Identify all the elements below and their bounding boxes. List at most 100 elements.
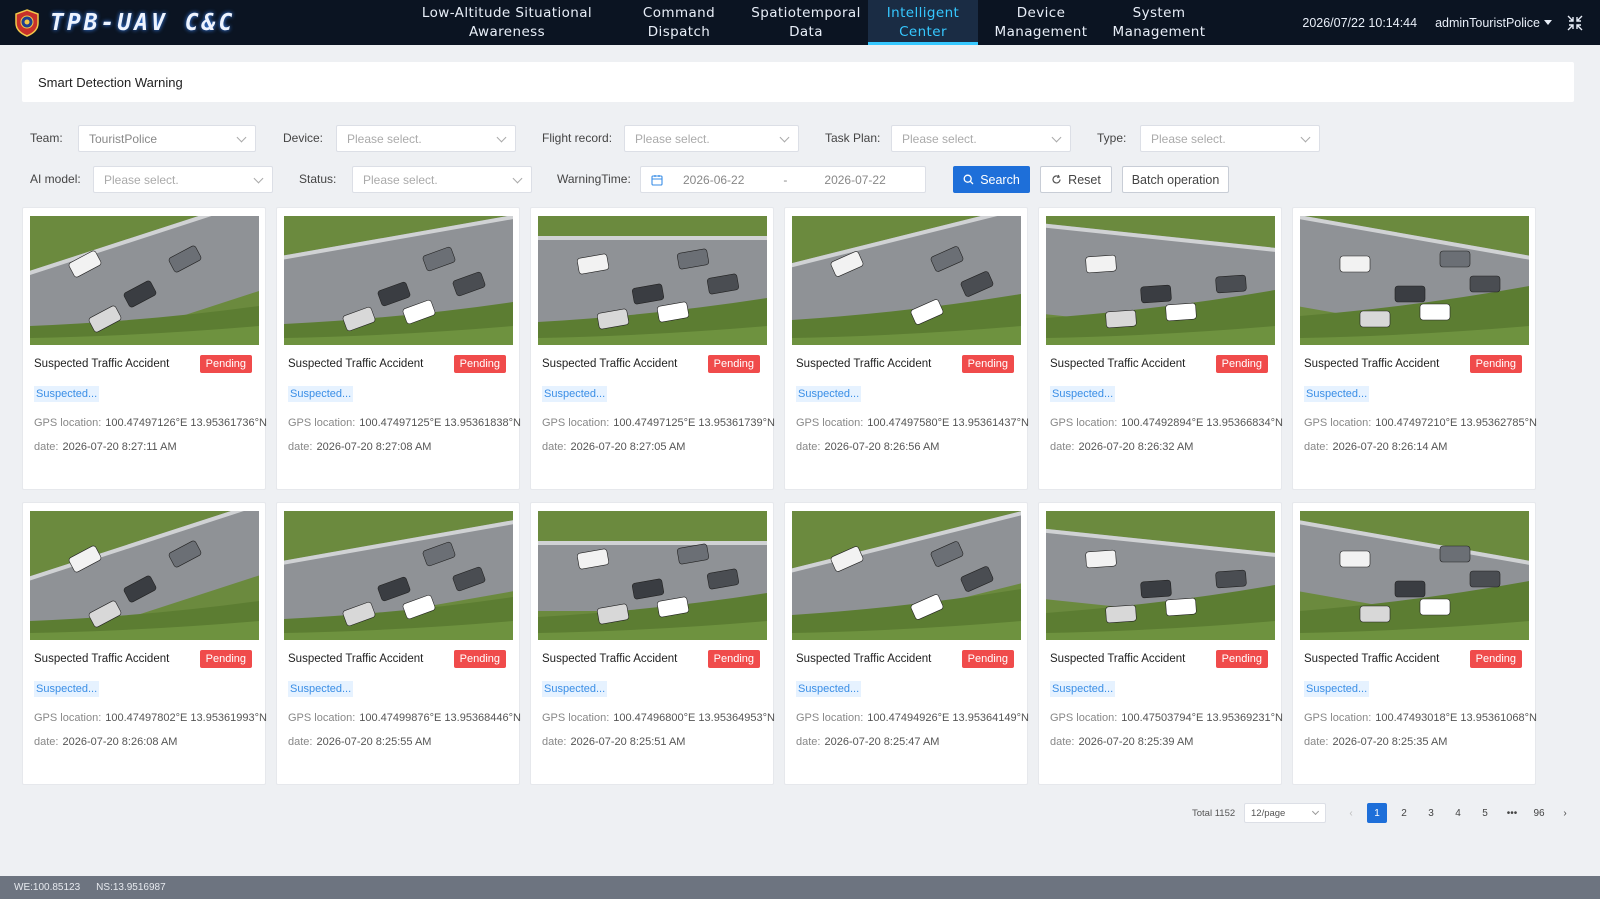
collapse-arrows-icon[interactable] [1566,14,1584,32]
detection-thumbnail[interactable] [1300,511,1529,640]
date-value: 2026-07-20 8:25:35 AM [1332,736,1448,748]
date-value: 2026-07-20 8:27:08 AM [316,441,432,453]
card-gps: GPS location: 100.47497126°E 13.95361736°… [34,417,267,429]
gps-label: GPS location: [34,417,102,429]
caret-down-icon [1544,20,1552,25]
warning-card[interactable]: Suspected Traffic Accident Pending Suspect… [530,502,775,785]
type-select[interactable]: Please select. [1140,125,1320,152]
page-button[interactable]: 2 [1394,803,1414,823]
date-value: 2026-07-20 8:25:51 AM [570,736,686,748]
date-end[interactable]: 2026-07-22 [824,173,885,187]
page-button[interactable]: 3 [1421,803,1441,823]
reset-button[interactable]: Reset [1040,166,1112,193]
warning-card[interactable]: Suspected Traffic Accident Pending Suspect… [1038,502,1283,785]
nav-item-6[interactable]: System Management [1104,0,1214,45]
page-button[interactable]: 1 [1367,803,1387,823]
warning-time-range[interactable]: 2026-06-22 - 2026-07-22 [640,166,926,193]
detection-thumbnail[interactable] [538,511,767,640]
team-select[interactable]: TouristPolice [78,125,256,152]
gps-value: 100.47492894°E 13.95366834°N [1121,417,1283,429]
shield-badge-icon [14,8,40,37]
nav-item-1[interactable]: Low-Altitude Situational Awareness [400,0,614,45]
task-plan-placeholder: Please select. [902,131,977,146]
card-tag: Suspected... [1304,386,1370,402]
page-size-select[interactable]: 12/page [1244,803,1326,823]
detection-thumbnail[interactable] [1046,511,1275,640]
pagination-ellipsis[interactable]: ••• [1502,803,1522,823]
user-menu[interactable]: adminTouristPolice [1435,16,1552,30]
card-title: Suspected Traffic Accident [34,653,170,665]
device-select[interactable]: Please select. [336,125,516,152]
warning-card[interactable]: Suspected Traffic Accident Pending Suspect… [1292,502,1537,785]
ai-model-select[interactable]: Please select. [93,166,273,193]
detection-thumbnail[interactable] [792,216,1021,345]
page-button[interactable]: 96 [1529,803,1549,823]
nav-item-2[interactable]: Command Dispatch [614,0,744,45]
warning-card[interactable]: Suspected Traffic Accident Pending Suspect… [276,207,521,490]
card-gps: GPS location: 100.47497210°E 13.95362785°… [1304,417,1537,429]
nav-item-3[interactable]: Spatiotemporal Data [744,0,868,45]
card-title: Suspected Traffic Accident [796,653,932,665]
date-value: 2026-07-20 8:27:05 AM [570,441,686,453]
date-start[interactable]: 2026-06-22 [683,173,744,187]
warning-card[interactable]: Suspected Traffic Accident Pending Suspect… [784,502,1029,785]
card-title: Suspected Traffic Accident [288,358,424,370]
prev-page-button[interactable]: ‹ [1341,803,1361,823]
pagination-total: Total 1152 [1192,808,1236,819]
status-select[interactable]: Please select. [352,166,532,193]
flight-record-select[interactable]: Please select. [624,125,799,152]
status-badge: Pending [1215,355,1268,373]
date-value: 2026-07-20 8:27:11 AM [62,441,177,453]
warning-card[interactable]: Suspected Traffic Accident Pending Suspect… [22,502,267,785]
warning-card[interactable]: Suspected Traffic Accident Pending Suspect… [1292,207,1537,490]
date-value: 2026-07-20 8:25:47 AM [824,736,940,748]
type-label: Type: [1097,131,1127,145]
gps-label: GPS location: [796,417,864,429]
card-date: date: 2026-07-20 8:25:39 AM [1050,736,1193,748]
detection-thumbnail[interactable] [1046,216,1275,345]
card-gps: GPS location: 100.47496800°E 13.95364953°… [542,712,775,724]
page-title: Smart Detection Warning [38,74,183,90]
task-plan-select[interactable]: Please select. [891,125,1071,152]
card-date: date: 2026-07-20 8:27:11 AM [34,441,177,453]
date-value: 2026-07-20 8:25:39 AM [1078,736,1194,748]
card-tag: Suspected... [1304,681,1370,697]
next-page-button[interactable]: › [1555,803,1575,823]
card-tag: Suspected... [1050,386,1116,402]
card-title: Suspected Traffic Accident [1304,653,1440,665]
warning-card[interactable]: Suspected Traffic Accident Pending Suspect… [784,207,1029,490]
batch-operation-button[interactable]: Batch operation [1122,166,1229,193]
search-icon [963,174,974,185]
task-plan-label: Task Plan: [825,131,881,145]
main-nav: Low-Altitude Situational Awareness Command… [400,0,1214,45]
warning-card[interactable]: Suspected Traffic Accident Pending Suspect… [1038,207,1283,490]
app-logo[interactable]: TPB-UAV C&C [0,8,400,37]
warning-card[interactable]: Suspected Traffic Accident Pending Suspect… [530,207,775,490]
nav-item-5[interactable]: Device Management [978,0,1104,45]
detection-thumbnail[interactable] [30,511,259,640]
gps-value: 100.47497802°E 13.95361993°N [105,712,267,724]
nav-item-4[interactable]: Intelligent Center [868,0,978,45]
warning-card[interactable]: Suspected Traffic Accident Pending Suspect… [276,502,521,785]
detection-thumbnail[interactable] [538,216,767,345]
current-datetime: 2026/07/22 10:14:44 [1302,15,1418,30]
date-value: 2026-07-20 8:26:32 AM [1078,441,1194,453]
gps-value: 100.47497126°E 13.95361736°N [105,417,267,429]
date-label: date: [1050,736,1075,748]
page-button[interactable]: 4 [1448,803,1468,823]
detection-thumbnail[interactable] [30,216,259,345]
gps-label: GPS location: [34,712,102,724]
card-tag: Suspected... [542,386,608,402]
nav-item-label: Intelligent Center [886,4,960,40]
detection-thumbnail[interactable] [284,511,513,640]
status-badge: Pending [1469,355,1522,373]
page-button[interactable]: 5 [1475,803,1495,823]
search-button[interactable]: Search [953,166,1030,193]
detection-thumbnail[interactable] [284,216,513,345]
nav-item-label: Spatiotemporal Data [751,4,861,40]
detection-thumbnail[interactable] [1300,216,1529,345]
warning-card[interactable]: Suspected Traffic Accident Pending Suspect… [22,207,267,490]
detection-thumbnail[interactable] [792,511,1021,640]
card-title: Suspected Traffic Accident [1050,358,1186,370]
top-bar: TPB-UAV C&C Low-Altitude Situational Awar… [0,0,1600,45]
